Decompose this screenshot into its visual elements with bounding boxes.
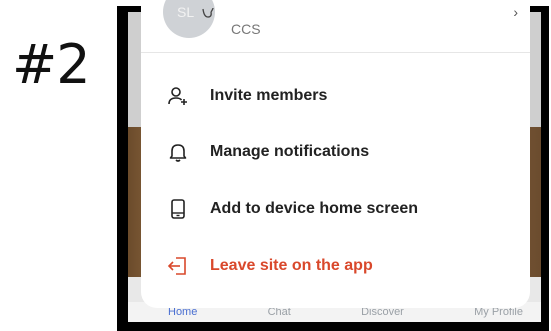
menu-item-label: Manage notifications (210, 143, 370, 160)
menu-item-invite-members[interactable]: Invite members (141, 74, 530, 118)
site-name: CCS (231, 21, 261, 37)
menu-item-label: Invite members (210, 87, 328, 104)
menu-item-add-to-home-screen[interactable]: Add to device home screen (141, 187, 530, 231)
menu-item-manage-notifications[interactable]: Manage notifications (141, 130, 530, 174)
menu-item-leave-site[interactable]: Leave site on the app (141, 244, 530, 288)
site-header[interactable]: SL CCS › (141, 0, 530, 53)
site-avatar: SL (163, 0, 215, 38)
site-actions-sheet: SL CCS › Invite members Manage notificat… (141, 0, 530, 308)
avatar-initials: SL (177, 4, 195, 20)
step-number: #2 (12, 33, 91, 96)
add-person-icon (167, 85, 189, 107)
bell-icon (167, 141, 189, 163)
menu-item-label: Leave site on the app (210, 257, 373, 274)
chevron-right-icon[interactable]: › (513, 4, 518, 20)
phone-icon (167, 198, 189, 220)
menu-item-label: Add to device home screen (210, 200, 419, 217)
leave-icon (167, 255, 189, 277)
avatar-badge-icon (201, 6, 215, 23)
